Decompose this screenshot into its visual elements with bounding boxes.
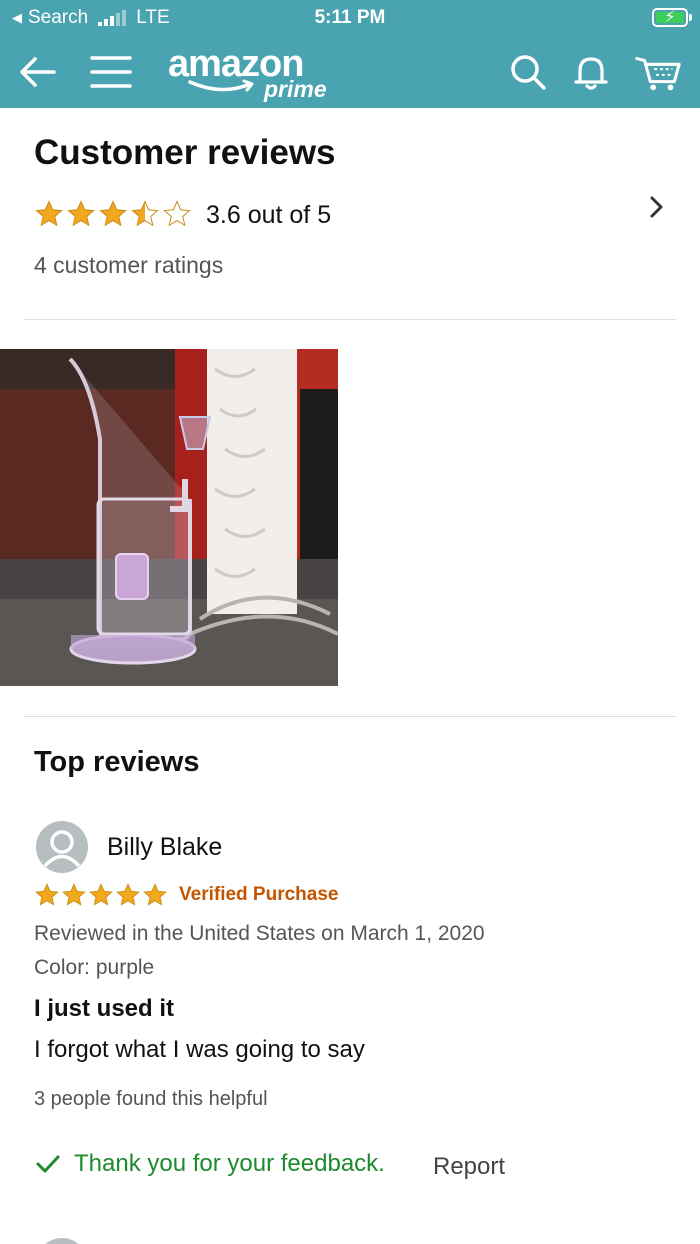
customer-reviews-title: Customer reviews	[34, 133, 336, 172]
menu-button[interactable]	[87, 48, 135, 96]
menu-icon	[90, 56, 132, 88]
average-rating-stars	[34, 199, 192, 229]
review-body: I forgot what I was going to say	[34, 1036, 365, 1063]
avatar	[36, 821, 88, 873]
verified-purchase-badge: Verified Purchase	[179, 884, 339, 905]
status-bar: ◀ Search LTE 5:11 PM ⚡	[0, 0, 700, 36]
amazon-prime-logo[interactable]: amazon prime	[168, 44, 327, 102]
star-half-icon	[131, 200, 159, 227]
checkmark-icon	[36, 1155, 60, 1173]
star-full-icon	[35, 200, 63, 227]
helpful-count: 3 people found this helpful	[34, 1088, 268, 1110]
review-date: Reviewed in the United States on March 1…	[34, 922, 485, 945]
search-icon	[511, 55, 546, 90]
avatar	[36, 1238, 88, 1244]
review-variant: Color: purple	[34, 956, 155, 979]
star-full-icon	[62, 883, 86, 906]
status-time: 5:11 PM	[314, 7, 386, 28]
ratings-count[interactable]: 4 customer ratings	[34, 252, 223, 279]
divider	[24, 319, 676, 320]
feedback-text: Thank you for your feedback.	[74, 1150, 385, 1177]
star-full-icon	[116, 883, 140, 906]
report-button[interactable]: Report	[433, 1153, 505, 1181]
star-empty-icon	[163, 200, 191, 227]
bell-icon	[574, 57, 608, 90]
top-reviews-title: Top reviews	[34, 746, 200, 778]
rating-text: 3.6 out of 5	[206, 201, 332, 229]
battery-charging-icon: ⚡	[652, 8, 692, 27]
star-full-icon	[35, 883, 59, 906]
logo-sub: prime	[264, 76, 327, 102]
cart-icon	[635, 57, 681, 91]
customer-photo[interactable]	[0, 349, 338, 686]
notifications-button[interactable]	[567, 48, 615, 96]
review-title: I just used it	[34, 995, 175, 1022]
reviewer-name[interactable]: Billy Blake	[107, 833, 222, 862]
logo-smile-icon	[188, 79, 254, 92]
review-stars	[34, 882, 168, 908]
divider	[24, 716, 676, 717]
back-arrow-icon	[20, 57, 56, 87]
star-full-icon	[99, 200, 127, 227]
star-full-icon	[143, 883, 167, 906]
user-silhouette-icon	[43, 830, 81, 868]
star-full-icon	[67, 200, 95, 227]
search-button[interactable]	[504, 48, 552, 96]
star-full-icon	[89, 883, 113, 906]
cart-button[interactable]	[634, 48, 682, 96]
nav-bar: amazon prime	[0, 36, 700, 108]
feedback-confirmation: Thank you for your feedback.	[34, 1150, 385, 1178]
chevron-right-icon[interactable]	[640, 190, 674, 224]
back-button[interactable]	[14, 48, 62, 96]
customer-photo-image	[0, 349, 338, 686]
